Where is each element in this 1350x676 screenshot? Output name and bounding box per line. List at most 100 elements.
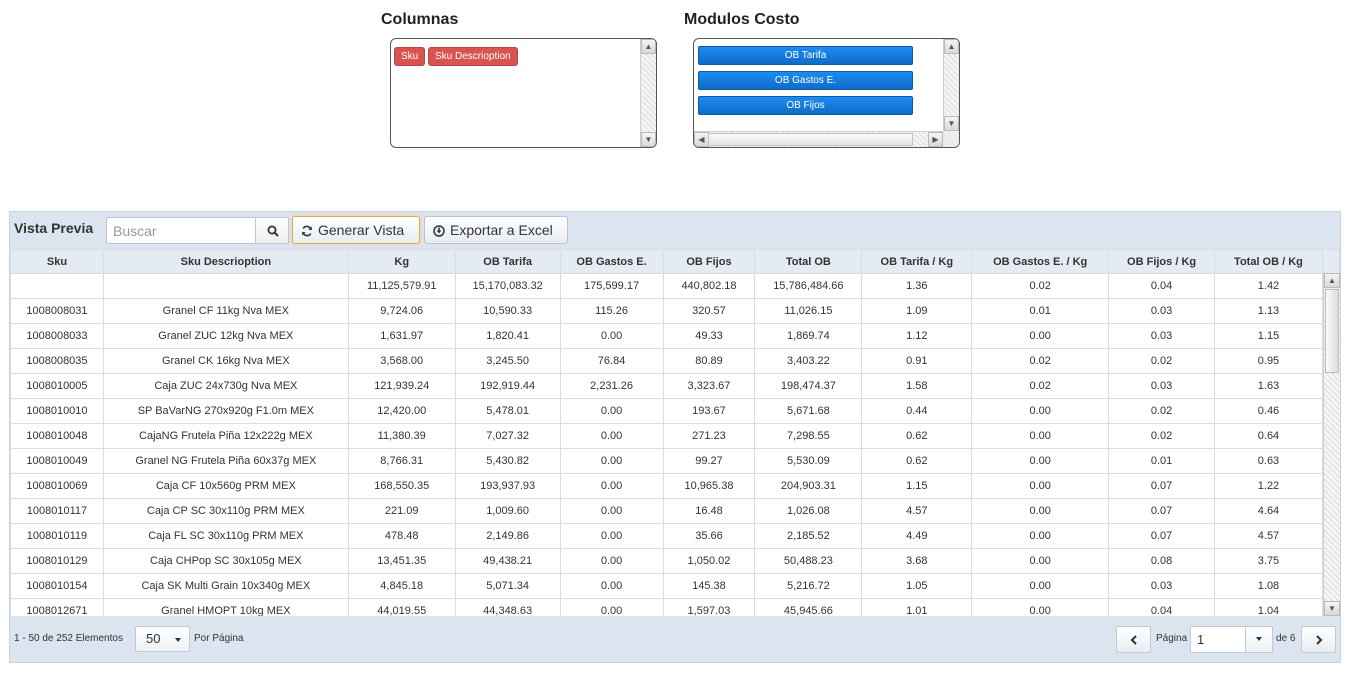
col-header-ob-fijos[interactable]: OB Fijos [662,249,756,274]
table-row[interactable]: 1008010117 Caja CP SC 30x110g PRM MEX 221.… [10,498,1340,524]
table-cell: 0.03 [1108,323,1216,349]
columns-scrollbar[interactable]: ▲ ▼ [640,39,656,147]
module-ob-tarifa[interactable]: OB Tarifa [698,46,913,65]
page-number-select[interactable]: 1 [1190,626,1273,653]
scroll-right-icon[interactable]: ▶ [928,132,943,147]
table-row[interactable]: 1008008035 Granel CK 16kg Nva MEX 3,568.00… [10,348,1340,374]
scroll-down-icon[interactable]: ▼ [944,116,959,131]
chevron-right-icon [1316,635,1323,645]
table-row[interactable]: 1008010154 Caja SK Multi Grain 10x340g ME… [10,573,1340,599]
data-table: Sku Sku Descrioption Kg OB Tarifa OB Gas… [10,249,1340,616]
table-row[interactable]: 1008010049 Granel NG Frutela Piña 60x37g … [10,448,1340,474]
table-cell: Granel ZUC 12kg Nva MEX [102,323,349,349]
table-cell: 5,071.34 [454,573,561,599]
table-cell: Caja CP SC 30x110g PRM MEX [102,498,349,524]
modules-vscrollbar[interactable]: ▲ ▼ [943,39,959,131]
pager: 1 - 50 de 252 Elementos 50 Por Página Pá… [10,616,1340,662]
table-cell: 1.15 [1214,323,1323,349]
table-cell: 2,185.52 [754,523,863,549]
table-cell: 4.49 [861,523,973,549]
table-cell: 0.07 [1108,498,1216,524]
table-cell: 1.04 [1214,598,1323,616]
scroll-down-icon[interactable]: ▼ [1324,601,1340,616]
table-cell: 320.57 [662,298,756,324]
chip-sku-description[interactable]: Sku Descrioption [428,47,518,66]
generate-view-button[interactable]: Generar Vista [292,216,420,244]
table-row[interactable]: 1008010069 Caja CF 10x560g PRM MEX 168,550… [10,473,1340,499]
scroll-up-icon[interactable]: ▲ [944,39,959,54]
table-row[interactable]: 1008010119 Caja FL SC 30x110g PRM MEX 478.… [10,523,1340,549]
col-header-kg[interactable]: Kg [347,249,456,274]
table-cell: 0.64 [1214,423,1323,449]
col-header-total-ob[interactable]: Total OB [754,249,863,274]
vscroll-thumb[interactable] [1325,289,1339,373]
table-cell: 204,903.31 [754,473,863,499]
table-cell: 198,474.37 [754,373,863,399]
chip-sku[interactable]: Sku [394,47,426,66]
table-cell: 1008010005 [10,373,104,399]
module-ob-fijos[interactable]: OB Fijos [698,96,913,115]
table-cell: 0.00 [971,598,1110,616]
table-cell: Caja ZUC 24x730g Nva MEX [102,373,349,399]
table-row[interactable]: 1008012671 Granel HMOPT 10kg MEX 44,019.55… [10,598,1340,616]
table-row[interactable]: 1008010010 SP BaVarNG 270x920g F1.0m MEX 1… [10,398,1340,424]
scroll-down-icon[interactable]: ▼ [641,132,656,147]
search-input[interactable] [107,218,255,243]
scroll-up-icon[interactable]: ▲ [641,39,656,54]
table-cell: 1008010048 [10,423,104,449]
table-cell: 35.66 [662,523,756,549]
col-header-sku[interactable]: Sku [10,249,104,274]
col-header-ob-gastos-kg[interactable]: OB Gastos E. / Kg [971,249,1110,274]
table-cell: 0.08 [1108,548,1216,574]
table-cell: 192,919.44 [454,373,561,399]
table-cell: 0.01 [971,298,1110,324]
table-cell: 0.63 [1214,448,1323,474]
table-body: 11,125,579.91 15,170,083.32 175,599.17 440,… [10,273,1340,616]
grid-toolbar: Vista Previa Generar Vista [10,212,1340,249]
table-cell: 76.84 [559,348,664,374]
table-row[interactable]: 1008010129 Caja CHPop SC 30x105g MEX 13,45… [10,548,1340,574]
table-cell: 1,820.41 [454,323,561,349]
table-cell: 0.02 [1108,398,1216,424]
table-cell: 11,380.39 [347,423,456,449]
prev-page-button[interactable] [1116,626,1151,653]
col-header-sku-description[interactable]: Sku Descrioption [102,249,349,274]
export-excel-button[interactable]: Exportar a Excel [424,216,568,244]
table-cell: 3,568.00 [347,348,456,374]
modules-listbox[interactable]: OB Tarifa OB Gastos E. OB Fijos ▲ ▼ ◀ ▶ [693,38,960,148]
table-row[interactable]: 1008010005 Caja ZUC 24x730g Nva MEX 121,93… [10,373,1340,399]
grid-vscrollbar[interactable]: ▲ ▼ [1323,273,1340,616]
col-header-total-ob-kg[interactable]: Total OB / Kg [1214,249,1323,274]
table-cell: 175,599.17 [559,273,664,299]
totals-row[interactable]: 11,125,579.91 15,170,083.32 175,599.17 440,… [10,273,1340,299]
module-ob-gastos[interactable]: OB Gastos E. [698,71,913,90]
table-cell: 45,945.66 [754,598,863,616]
table-cell: 0.00 [971,398,1110,424]
table-cell: Caja FL SC 30x110g PRM MEX [102,523,349,549]
col-header-ob-tarifa[interactable]: OB Tarifa [454,249,561,274]
scroll-up-icon[interactable]: ▲ [1324,273,1340,288]
page-size-select[interactable]: 50 [135,626,190,652]
col-header-ob-fijos-kg[interactable]: OB Fijos / Kg [1108,249,1216,274]
page-dropdown-button[interactable] [1245,627,1272,652]
table-row[interactable]: 1008010048 CajaNG Frutela Piña 12x222g ME… [10,423,1340,449]
scroll-left-icon[interactable]: ◀ [694,132,709,147]
col-header-ob-gastos[interactable]: OB Gastos E. [559,249,664,274]
table-cell: 0.95 [1214,348,1323,374]
generate-view-label: Generar Vista [318,222,405,238]
table-cell: 0.02 [1108,423,1216,449]
modules-hscrollbar[interactable]: ◀ ▶ [694,131,943,147]
table-cell: 0.00 [559,473,664,499]
per-page-label: Por Página [194,633,244,644]
table-row[interactable]: 1008008031 Granel CF 11kg Nva MEX 9,724.06… [10,298,1340,324]
table-cell: 5,216.72 [754,573,863,599]
col-header-ob-tarifa-kg[interactable]: OB Tarifa / Kg [861,249,973,274]
table-cell: 0.03 [1108,373,1216,399]
next-page-button[interactable] [1301,626,1336,653]
hscroll-thumb[interactable] [708,133,913,146]
columns-listbox[interactable]: Sku Sku Descrioption ▲ ▼ [390,38,657,148]
table-row[interactable]: 1008008033 Granel ZUC 12kg Nva MEX 1,631.9… [10,323,1340,349]
table-cell: 50,488.23 [754,548,863,574]
search-button[interactable] [255,218,288,243]
table-cell: 0.00 [559,448,664,474]
